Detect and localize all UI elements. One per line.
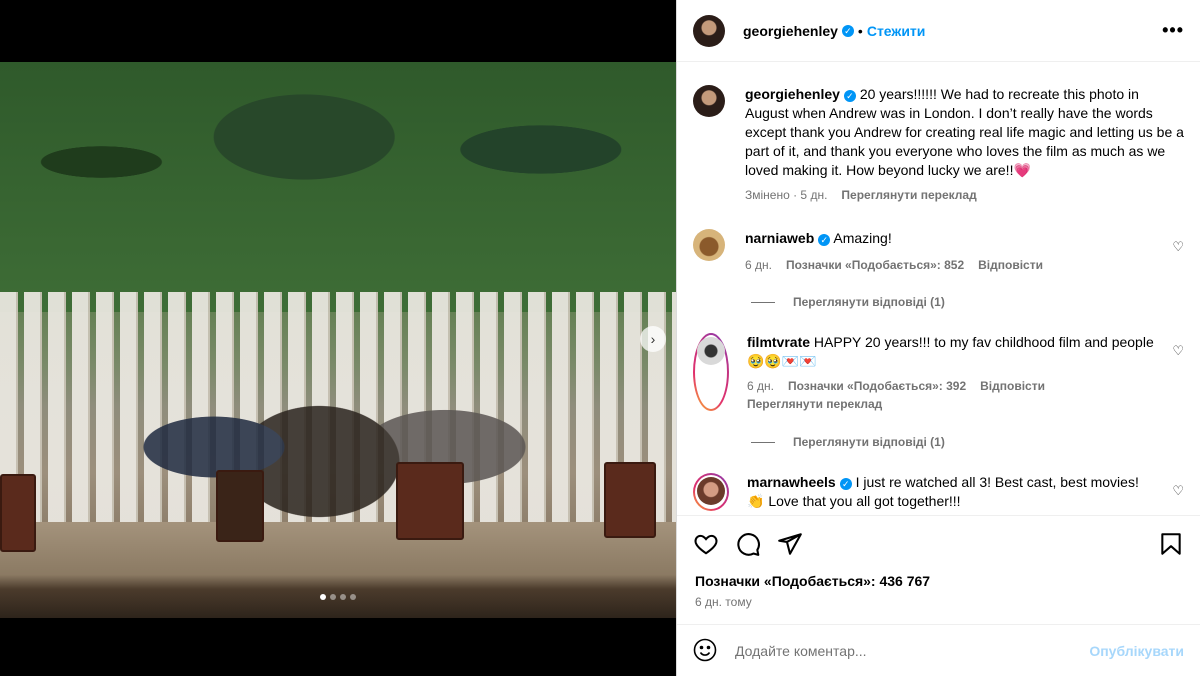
view-replies-label: Переглянути відповіді (1) <box>793 435 945 449</box>
post-photo[interactable] <box>0 62 676 618</box>
caption-text: georgiehenley ✓ 20 years!!!!!! We had to … <box>745 85 1184 180</box>
avatar <box>697 337 725 365</box>
comment-meta: 6 дн. Позначки «Подобається»: 392 Відпов… <box>747 379 1156 393</box>
heart-icon[interactable] <box>693 531 719 557</box>
carousel-dot <box>330 594 336 600</box>
carousel-next-button[interactable]: › <box>640 326 666 352</box>
view-replies-button[interactable]: Переглянути відповіді (1) <box>751 435 945 449</box>
comment-username[interactable]: narniaweb <box>745 230 814 246</box>
comment-time: 6 дн. <box>747 379 774 393</box>
post-date: 6 дн. тому <box>695 595 752 609</box>
edited-label: Змінено · 5 дн. <box>745 188 828 202</box>
action-bar <box>677 515 1200 571</box>
likes-count[interactable]: Позначки «Подобається»: 436 767 <box>695 573 930 589</box>
ground <box>0 522 676 618</box>
comment-input[interactable] <box>735 642 1090 659</box>
follow-button[interactable]: Стежити <box>867 23 926 39</box>
verified-badge-icon: ✓ <box>841 24 854 37</box>
carousel-dot <box>350 594 356 600</box>
post-side-panel: georgiehenley ✓ • Стежити ••• georgiehen… <box>676 0 1200 676</box>
comment-meta: 6 дн. Позначки «Подобається»: 852 Відпов… <box>745 258 1156 272</box>
comment-meta: Переглянути переклад <box>747 397 1156 411</box>
heart-icon[interactable]: ♡ <box>1172 483 1184 499</box>
suitcase <box>216 470 264 542</box>
post-dialog: › georgiehenley ✓ • Стежити ••• georgieh… <box>0 0 1200 676</box>
separator: • <box>857 22 863 39</box>
view-replies-button[interactable]: Переглянути відповіді (1) <box>751 295 945 309</box>
comment-text: narniaweb ✓ Amazing! <box>745 229 1156 248</box>
bookmark-icon[interactable] <box>1158 531 1184 557</box>
caption: georgiehenley ✓ 20 years!!!!!! We had to … <box>693 85 1184 202</box>
carousel-dot <box>320 594 326 600</box>
heart-icon[interactable]: ♡ <box>1172 239 1184 255</box>
comment-item: narniaweb ✓ Amazing! 6 дн. Позначки «Подо… <box>693 229 1184 272</box>
view-replies-label: Переглянути відповіді (1) <box>793 295 945 309</box>
comment-text: marnawheels ✓ I just re watched all 3! Be… <box>747 473 1156 511</box>
story-ring[interactable] <box>693 333 729 411</box>
story-ring[interactable] <box>693 473 729 511</box>
reply-button[interactable]: Відповісти <box>980 379 1045 393</box>
reply-button[interactable]: Відповісти <box>978 258 1043 272</box>
comment-likes[interactable]: Позначки «Подобається»: 392 <box>788 379 966 393</box>
comment-item: marnawheels ✓ I just re watched all 3! Be… <box>693 473 1184 511</box>
carousel-indicator <box>0 594 676 600</box>
see-translation-link[interactable]: Переглянути переклад <box>841 188 976 202</box>
trees-background <box>0 62 676 312</box>
chevron-right-icon: › <box>650 331 656 347</box>
suitcase <box>396 462 464 540</box>
post-header: georgiehenley ✓ • Стежити ••• <box>677 0 1200 62</box>
comment-composer: Опублікувати <box>677 624 1200 676</box>
caption-username[interactable]: georgiehenley <box>745 86 840 102</box>
comment-body: Amazing! <box>833 230 892 246</box>
comment-username[interactable]: filmtvrate <box>747 334 810 350</box>
comment-item: filmtvrate HAPPY 20 years!!! to my fav c… <box>693 333 1184 411</box>
comment-time: 6 дн. <box>745 258 772 272</box>
verified-badge-icon: ✓ <box>818 234 831 246</box>
comments-scroll-area[interactable]: georgiehenley ✓ 20 years!!!!!! We had to … <box>677 63 1200 515</box>
heart-icon[interactable]: ♡ <box>1172 343 1184 359</box>
comment-icon[interactable] <box>735 531 761 557</box>
carousel-dot <box>340 594 346 600</box>
comment-likes[interactable]: Позначки «Подобається»: 852 <box>786 258 964 272</box>
avatar <box>697 477 725 505</box>
suitcase <box>0 474 36 552</box>
author-username[interactable]: georgiehenley <box>743 23 838 39</box>
emoji-icon[interactable] <box>693 638 719 664</box>
comment-username[interactable]: marnawheels <box>747 474 836 490</box>
verified-badge-icon: ✓ <box>843 90 856 102</box>
caption-meta: Змінено · 5 дн. Переглянути переклад <box>745 188 1184 202</box>
suitcase <box>604 462 656 538</box>
avatar[interactable] <box>693 85 725 117</box>
avatar[interactable] <box>693 229 725 261</box>
divider <box>751 301 775 303</box>
post-media: › <box>0 0 676 676</box>
verified-badge-icon: ✓ <box>839 478 852 490</box>
more-options-icon[interactable]: ••• <box>1162 20 1184 41</box>
divider <box>751 441 775 443</box>
publish-button[interactable]: Опублікувати <box>1089 643 1184 659</box>
share-icon[interactable] <box>777 531 803 557</box>
avatar[interactable] <box>693 14 725 47</box>
comment-text: filmtvrate HAPPY 20 years!!! to my fav c… <box>747 333 1156 371</box>
see-translation-link[interactable]: Переглянути переклад <box>747 397 882 411</box>
